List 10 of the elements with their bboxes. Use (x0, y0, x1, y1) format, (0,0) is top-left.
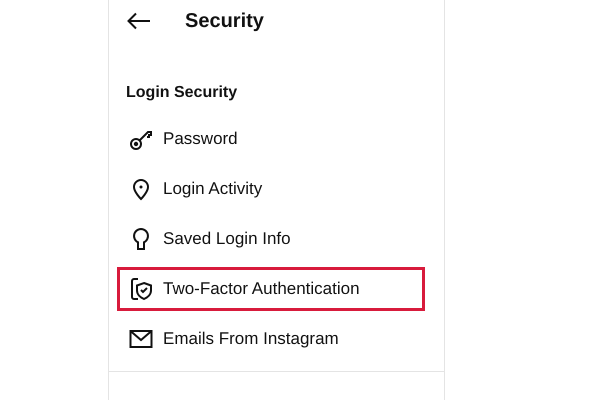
menu-item[interactable]: Emails From Instagram (117, 317, 425, 361)
envelope-icon (129, 327, 153, 351)
menu-item[interactable]: Login Activity (117, 167, 425, 211)
back-arrow-icon[interactable] (127, 12, 151, 30)
highlighted-menu-item[interactable]: Two-Factor Authentication (117, 267, 425, 311)
section-heading: Login Security (126, 83, 238, 103)
menu-item[interactable]: Saved Login Info (117, 217, 425, 261)
shield-phone-icon (129, 277, 153, 301)
page-title: Security (185, 10, 264, 32)
menu-item[interactable]: Password (117, 117, 425, 161)
